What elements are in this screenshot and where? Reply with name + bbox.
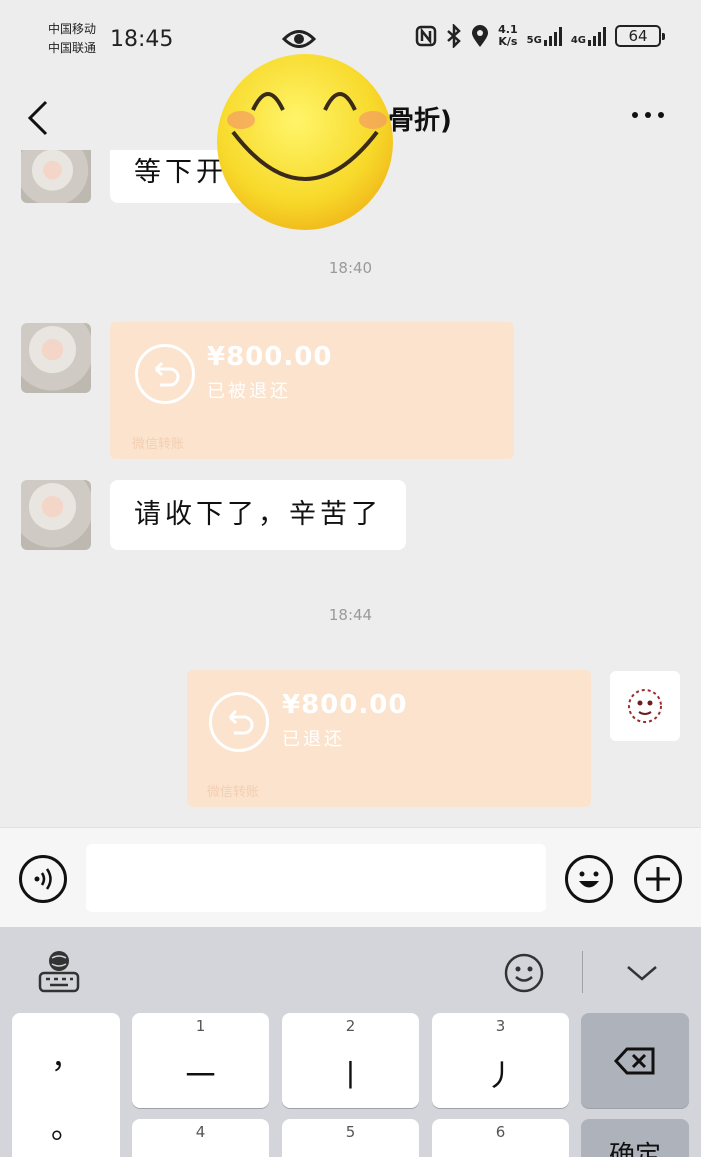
contact-avatar[interactable] — [21, 480, 91, 550]
input-bar — [0, 827, 701, 927]
back-chevron-icon[interactable] — [24, 98, 54, 138]
punct-period: 。 — [51, 1111, 81, 1146]
emoji-icon[interactable] — [565, 855, 613, 903]
network-speed-unit: K/s — [498, 35, 518, 48]
return-arrow-icon — [135, 344, 195, 404]
location-icon — [472, 25, 489, 47]
confirm-label: 确定 — [608, 1141, 661, 1157]
key-glyph: 一 — [185, 1059, 216, 1094]
smiley-face-icon — [217, 54, 393, 230]
transfer-amount: ¥800.00 — [282, 690, 408, 720]
key-glyph: 丨 — [335, 1059, 366, 1094]
stroke-key-3[interactable]: 3 丿 — [432, 1013, 569, 1108]
net-label-2: 4G — [570, 35, 586, 46]
transfer-state: 已被退还 — [207, 381, 291, 402]
voice-icon[interactable] — [19, 855, 67, 903]
keyboard: ， 。 1 一 2 丨 3 丿 4 5 6 确定 — [0, 927, 701, 1157]
transfer-amount: ¥800.00 — [207, 342, 333, 372]
message-bubble[interactable]: 请收下了，辛苦了 — [110, 480, 406, 550]
stroke-key-4[interactable]: 4 — [132, 1119, 269, 1157]
more-dots-icon[interactable] — [632, 112, 664, 118]
bluetooth-icon — [447, 24, 461, 48]
carrier-1: 中国移动 — [48, 22, 97, 36]
transfer-state: 已退还 — [282, 729, 345, 750]
nfc-icon — [415, 25, 437, 47]
signal-5g: 5G — [527, 26, 562, 46]
signal-4g: 4G — [571, 26, 606, 46]
signal-icon — [588, 26, 606, 46]
stroke-key-2[interactable]: 2 丨 — [282, 1013, 419, 1108]
transfer-footer: 微信转账 — [207, 785, 260, 800]
key-glyph: 丿 — [485, 1059, 516, 1094]
contact-avatar[interactable] — [21, 323, 91, 393]
carrier-labels: 中国移动 中国联通 — [48, 20, 96, 58]
transfer-footer: 微信转账 — [132, 437, 185, 452]
key-number: 6 — [495, 1123, 506, 1141]
timestamp-2: 18:44 — [328, 606, 373, 624]
emoji-icon[interactable] — [503, 952, 545, 994]
confirm-key[interactable]: 确定 — [581, 1119, 689, 1157]
collapse-chevron-icon[interactable] — [625, 963, 659, 983]
plus-icon[interactable] — [634, 855, 682, 903]
transfer-card-1[interactable]: ¥800.00 已被退还 微信转账 — [110, 322, 514, 459]
return-arrow-icon — [209, 692, 269, 752]
transfer-card-2[interactable]: ¥800.00 已退还 微信转账 — [187, 670, 591, 807]
stroke-key-5[interactable]: 5 — [282, 1119, 419, 1157]
my-avatar[interactable] — [610, 671, 680, 741]
network-speed: 4.1 K/s — [498, 24, 518, 48]
battery-icon: 64 — [615, 25, 665, 47]
signal-icon — [543, 26, 562, 46]
eye-icon — [282, 30, 316, 48]
carrier-2: 中国联通 — [48, 41, 97, 55]
key-number: 1 — [195, 1017, 206, 1035]
backspace-icon — [613, 1047, 655, 1075]
status-icons: 4.1 K/s 5G 4G 64 — [415, 24, 665, 48]
key-number: 4 — [195, 1123, 206, 1141]
keyboard-globe-icon[interactable] — [38, 949, 80, 993]
message-input[interactable] — [86, 844, 546, 912]
punct-comma: ， — [51, 1041, 81, 1076]
punctuation-key[interactable]: ， 。 — [12, 1013, 120, 1157]
net-label-1: 5G — [526, 35, 542, 46]
timestamp-1: 18:40 — [328, 259, 373, 277]
key-number: 2 — [345, 1017, 356, 1035]
status-time: 18:45 — [110, 27, 174, 52]
stroke-key-6[interactable]: 6 — [432, 1119, 569, 1157]
stroke-key-1[interactable]: 1 一 — [132, 1013, 269, 1108]
contact-avatar[interactable] — [21, 150, 91, 203]
key-number: 5 — [345, 1123, 356, 1141]
toolbar-divider — [582, 951, 583, 993]
backspace-key[interactable] — [581, 1013, 689, 1108]
chat-title: 骨折) — [388, 106, 452, 136]
key-number: 3 — [495, 1017, 506, 1035]
